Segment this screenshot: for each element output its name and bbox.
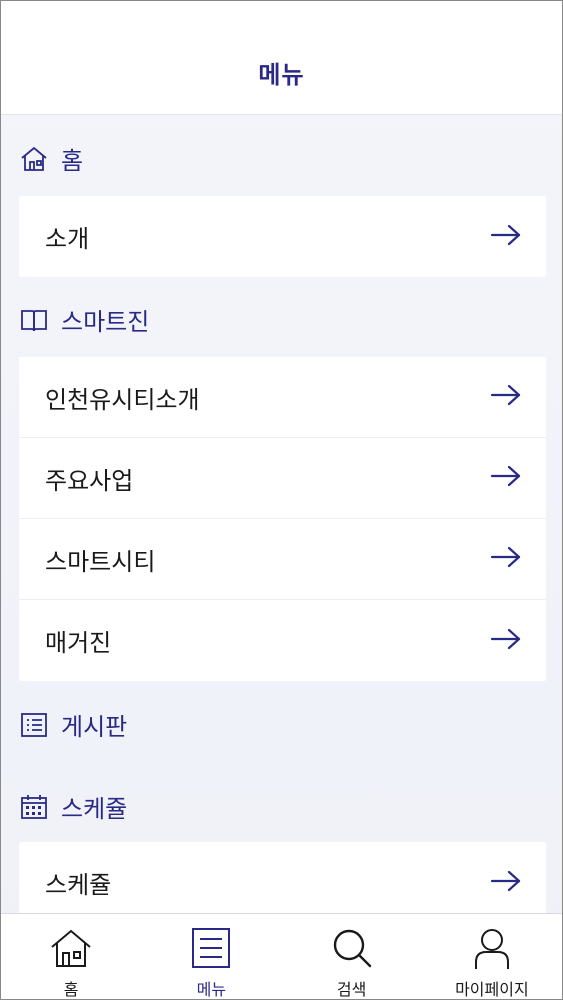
home-card: 소개: [19, 196, 546, 277]
section-header-home[interactable]: 홈: [19, 141, 83, 176]
section-header-board[interactable]: 게시판: [19, 707, 127, 742]
menu-item-label: 주요사업: [45, 466, 134, 495]
arrow-right-icon: [490, 869, 522, 897]
person-icon: [470, 926, 514, 970]
menu-item-incheon-ucity[interactable]: 인천유시티소개: [19, 357, 546, 438]
menu-item-magazine[interactable]: 매거진: [19, 600, 546, 681]
book-icon: [19, 305, 49, 335]
house-icon: [49, 926, 93, 970]
tab-label: 메뉴: [196, 980, 227, 999]
section-header-schedule[interactable]: 스케쥴: [19, 789, 127, 824]
arrow-right-icon: [490, 627, 522, 655]
menu-list-icon: [189, 926, 233, 970]
tab-home[interactable]: 홈: [1, 914, 141, 999]
arrow-right-icon: [490, 223, 522, 251]
section-title-smartzine: 스마트진: [61, 308, 150, 336]
menu-item-key-projects[interactable]: 주요사업: [19, 438, 546, 519]
menu-item-smart-city[interactable]: 스마트시티: [19, 519, 546, 600]
list-icon: [19, 710, 49, 740]
page-title: 메뉴: [258, 61, 305, 89]
tab-mypage[interactable]: 마이페이지: [422, 914, 562, 999]
smartzine-card: 인천유시티소개 주요사업 스마트시티 매거진: [19, 357, 546, 681]
menu-item-label: 스케쥴: [45, 871, 112, 899]
house-icon: [19, 144, 49, 174]
section-title-schedule: 스케쥴: [61, 795, 128, 823]
tab-menu[interactable]: 메뉴: [141, 914, 281, 999]
search-icon: [330, 926, 374, 970]
tab-search[interactable]: 검색: [282, 914, 422, 999]
menu-item-schedule[interactable]: 스케쥴: [19, 842, 546, 913]
tab-label: 마이페이지: [455, 980, 529, 999]
section-header-smartzine[interactable]: 스마트진: [19, 302, 149, 337]
menu-content[interactable]: 홈 소개 스마트진 인천유시티소개 주요사업 스마트시티 매거진 게시판 스케쥴…: [1, 115, 562, 913]
section-title-board: 게시판: [61, 713, 128, 741]
tab-label: 검색: [336, 980, 367, 999]
menu-item-label: 인천유시티소개: [45, 385, 200, 414]
menu-item-label: 매거진: [45, 629, 112, 657]
bottom-tab-bar: 홈 메뉴 검색 마이페이지: [1, 913, 562, 999]
menu-item-intro[interactable]: 소개: [19, 196, 546, 277]
calendar-icon: [19, 792, 49, 822]
schedule-card: 스케쥴: [19, 842, 546, 913]
arrow-right-icon: [490, 383, 522, 411]
section-title-home: 홈: [61, 147, 84, 175]
header-bar: 메뉴: [1, 1, 562, 115]
menu-item-label: 소개: [45, 225, 90, 253]
menu-item-label: 스마트시티: [45, 547, 156, 576]
arrow-right-icon: [490, 464, 522, 492]
tab-label: 홈: [63, 980, 79, 999]
arrow-right-icon: [490, 545, 522, 573]
menu-screen: 메뉴 홈 소개 스마트진 인천유시티소개 주요사업 스마트시티 매거진 게시판 …: [0, 0, 563, 1000]
